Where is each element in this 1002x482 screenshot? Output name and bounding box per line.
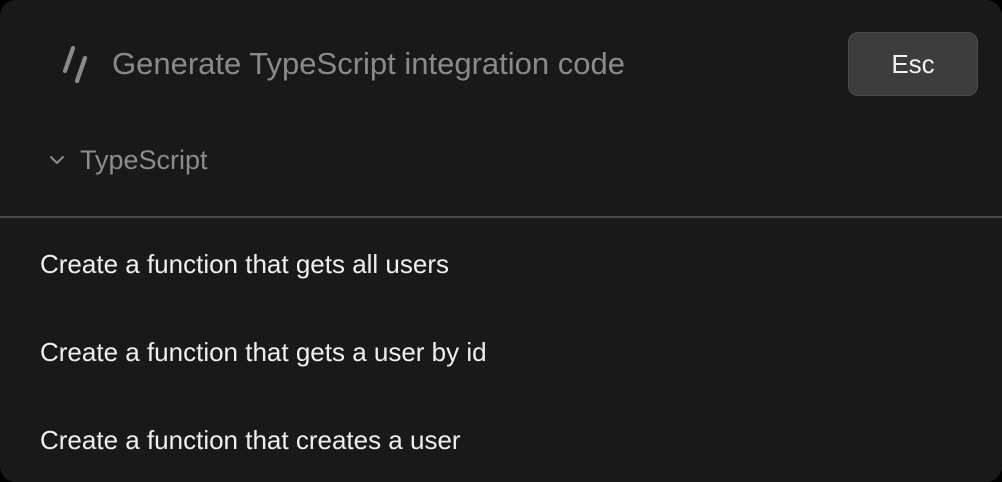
suggestion-list: Create a function that gets all users Cr… [0, 220, 1002, 482]
chevron-down-icon [46, 140, 68, 180]
suggestion-get-user-by-id[interactable]: Create a function that gets a user by id [0, 308, 1002, 396]
dialog-header: Generate TypeScript integration code Esc [0, 0, 1002, 130]
suggestion-create-user[interactable]: Create a function that creates a user [0, 396, 1002, 482]
slash-logo-icon [62, 44, 90, 84]
esc-button[interactable]: Esc [848, 32, 978, 96]
dialog-title: Generate TypeScript integration code [112, 46, 625, 81]
command-dialog: Generate TypeScript integration code Esc… [0, 0, 1002, 482]
divider [0, 216, 1002, 218]
language-label: TypeScript [80, 145, 208, 175]
language-section-toggle[interactable]: TypeScript [46, 140, 208, 180]
suggestion-get-all-users[interactable]: Create a function that gets all users [0, 220, 1002, 308]
